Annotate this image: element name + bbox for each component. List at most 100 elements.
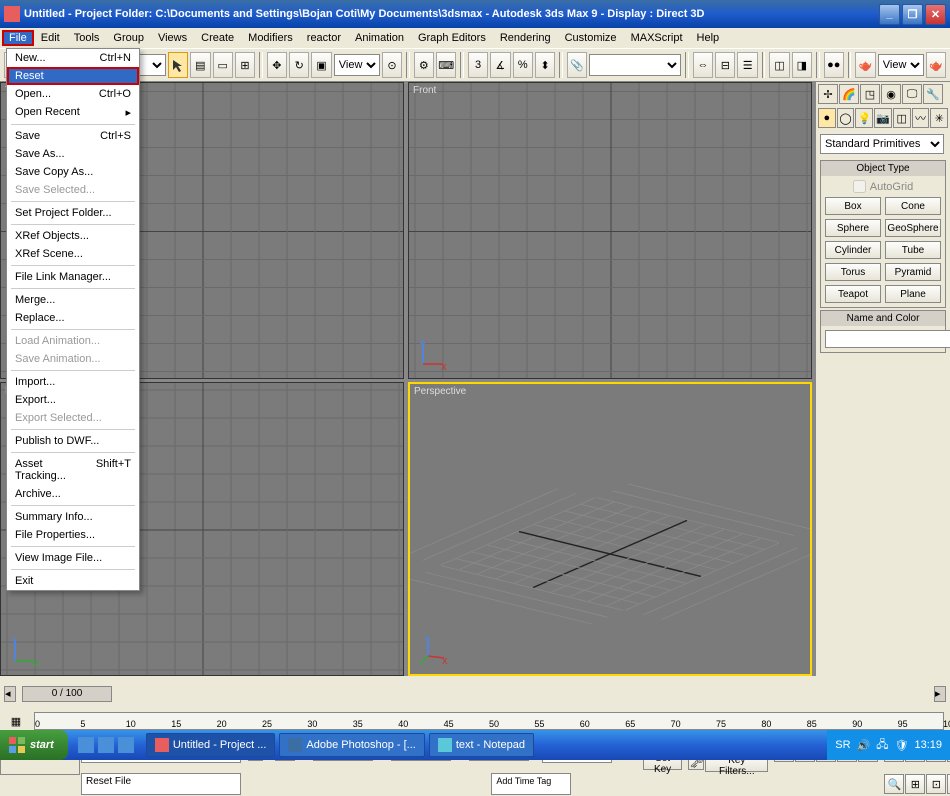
time-ruler[interactable]: 0510152025303540455055606570758085909510… — [34, 712, 944, 730]
motion-tab[interactable]: ◉ — [881, 84, 901, 104]
quicklaunch-1-icon[interactable] — [78, 737, 94, 753]
geosphere-button[interactable]: GeoSphere — [885, 219, 941, 237]
tray-icon[interactable]: 🔊 — [857, 739, 871, 752]
menu-item-summary-info[interactable]: Summary Info... — [7, 508, 139, 526]
manipulate-button[interactable]: ⚙ — [414, 52, 434, 78]
rotate-button[interactable]: ↻ — [289, 52, 309, 78]
rollout-header[interactable]: Name and Color — [821, 311, 945, 326]
angle-snap-button[interactable]: ∡ — [490, 52, 510, 78]
time-slider-handle[interactable]: 0 / 100 — [22, 686, 112, 702]
modify-tab[interactable]: 🌈 — [839, 84, 859, 104]
menu-grapheditors[interactable]: Graph Editors — [411, 30, 493, 46]
trackbar-toggle-icon[interactable]: ▦ — [4, 713, 28, 729]
render-scene-button[interactable]: 🫖 — [855, 52, 875, 78]
quicklaunch-2-icon[interactable] — [98, 737, 114, 753]
menu-views[interactable]: Views — [151, 30, 194, 46]
mirror-button[interactable]: ⇔ — [693, 52, 713, 78]
box-button[interactable]: Box — [825, 197, 881, 215]
lang-indicator[interactable]: SR — [835, 739, 850, 751]
systems-tab[interactable]: ✳ — [930, 108, 948, 128]
window-cross-button[interactable]: ⊞ — [235, 52, 255, 78]
quick-render-button[interactable]: 🫖 — [926, 52, 946, 78]
menu-item-import[interactable]: Import... — [7, 373, 139, 391]
menu-item-replace[interactable]: Replace... — [7, 309, 139, 327]
named-selection-select[interactable] — [589, 54, 681, 76]
nav-5-icon[interactable]: 🔍 — [884, 774, 904, 794]
menu-item-xref-objects[interactable]: XRef Objects... — [7, 227, 139, 245]
menu-item-file-properties[interactable]: File Properties... — [7, 526, 139, 544]
menu-group[interactable]: Group — [106, 30, 151, 46]
pyramid-button[interactable]: Pyramid — [885, 263, 941, 281]
timeline-prev-icon[interactable]: ◂ — [4, 686, 16, 702]
pivot-button[interactable]: ⊙ — [382, 52, 402, 78]
curve-editor-button[interactable]: ◫ — [769, 52, 789, 78]
menu-item-asset-tracking[interactable]: Asset Tracking...Shift+T — [7, 455, 139, 485]
helpers-tab[interactable]: ◫ — [893, 108, 911, 128]
menu-create[interactable]: Create — [194, 30, 241, 46]
category-select[interactable]: Standard Primitives — [820, 134, 944, 154]
cameras-tab[interactable]: 📷 — [874, 108, 892, 128]
menu-customize[interactable]: Customize — [558, 30, 624, 46]
quicklaunch-3-icon[interactable] — [118, 737, 134, 753]
clock[interactable]: 13:19 — [914, 739, 942, 751]
object-name-input[interactable] — [825, 330, 950, 348]
scale-button[interactable]: ▣ — [311, 52, 331, 78]
menu-item-archive[interactable]: Archive... — [7, 485, 139, 503]
torus-button[interactable]: Torus — [825, 263, 881, 281]
render-type-select[interactable]: View — [878, 54, 924, 76]
hierarchy-tab[interactable]: ◳ — [860, 84, 880, 104]
menu-item-exit[interactable]: Exit — [7, 572, 139, 590]
minimize-button[interactable]: _ — [879, 4, 900, 25]
menu-help[interactable]: Help — [690, 30, 727, 46]
close-button[interactable]: ✕ — [925, 4, 946, 25]
menu-tools[interactable]: Tools — [67, 30, 107, 46]
align-button[interactable]: ⊟ — [715, 52, 735, 78]
cylinder-button[interactable]: Cylinder — [825, 241, 881, 259]
viewport-front[interactable]: Front z x — [408, 82, 812, 379]
geometry-tab[interactable]: ● — [818, 108, 836, 128]
viewport-perspective[interactable]: Perspective z x — [408, 382, 812, 676]
plane-button[interactable]: Plane — [885, 285, 941, 303]
menu-item-open[interactable]: Open...Ctrl+O — [7, 85, 139, 103]
tray-icon[interactable]: 🛡 — [895, 739, 909, 752]
menu-rendering[interactable]: Rendering — [493, 30, 558, 46]
menu-item-merge[interactable]: Merge... — [7, 291, 139, 309]
snap-button[interactable]: 3 — [468, 52, 488, 78]
menu-animation[interactable]: Animation — [348, 30, 411, 46]
percent-snap-button[interactable]: % — [513, 52, 533, 78]
menu-item-save[interactable]: SaveCtrl+S — [7, 127, 139, 145]
teapot-button[interactable]: Teapot — [825, 285, 881, 303]
task-notepad[interactable]: text - Notepad — [429, 733, 534, 757]
menu-item-reset[interactable]: Reset — [7, 67, 139, 85]
menu-item-view-image-file[interactable]: View Image File... — [7, 549, 139, 567]
menu-file[interactable]: File — [2, 30, 34, 46]
time-slider[interactable]: 0 / 100 — [22, 686, 928, 702]
timeline-next-icon[interactable]: ▸ — [934, 686, 946, 702]
utilities-tab[interactable]: 🔧 — [923, 84, 943, 104]
menu-maxscript[interactable]: MAXScript — [624, 30, 690, 46]
tube-button[interactable]: Tube — [885, 241, 941, 259]
menu-item-xref-scene[interactable]: XRef Scene... — [7, 245, 139, 263]
menu-item-set-project-folder[interactable]: Set Project Folder... — [7, 204, 139, 222]
menu-item-save-as[interactable]: Save As... — [7, 145, 139, 163]
spinner-snap-button[interactable]: ⬍ — [535, 52, 555, 78]
maximize-button[interactable]: ❐ — [902, 4, 923, 25]
menu-item-export[interactable]: Export... — [7, 391, 139, 409]
menu-item-new[interactable]: New...Ctrl+N — [7, 49, 139, 67]
material-editor-button[interactable]: ●● — [824, 52, 844, 78]
menu-reactor[interactable]: reactor — [300, 30, 348, 46]
keyboard-button[interactable]: ⌨ — [436, 52, 456, 78]
named-sel-button[interactable]: 📎 — [567, 52, 587, 78]
cone-button[interactable]: Cone — [885, 197, 941, 215]
task-photoshop[interactable]: Adobe Photoshop - [... — [279, 733, 424, 757]
menu-modifiers[interactable]: Modifiers — [241, 30, 300, 46]
menu-item-save-copy-as[interactable]: Save Copy As... — [7, 163, 139, 181]
menu-item-publish-to-dwf[interactable]: Publish to DWF... — [7, 432, 139, 450]
select-region-button[interactable]: ▭ — [213, 52, 233, 78]
menu-item-open-recent[interactable]: Open Recent▸ — [7, 103, 139, 122]
display-tab[interactable]: 🖵 — [902, 84, 922, 104]
lights-tab[interactable]: 💡 — [855, 108, 873, 128]
rollout-header[interactable]: Object Type — [821, 161, 945, 176]
nav-7-icon[interactable]: ⊡ — [926, 774, 946, 794]
schematic-button[interactable]: ◨ — [792, 52, 812, 78]
